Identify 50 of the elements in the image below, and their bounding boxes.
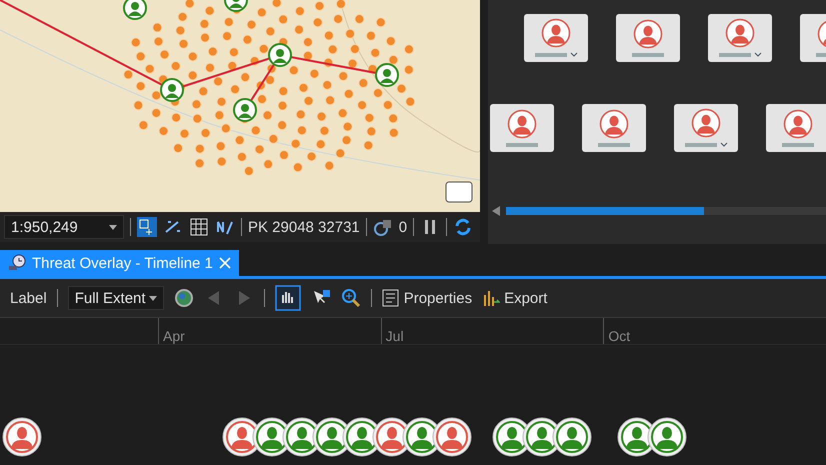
refresh-icon[interactable] [453, 217, 474, 237]
person-card[interactable] [766, 104, 826, 152]
caret-icon [148, 296, 157, 300]
name-blur-drawing [632, 53, 664, 57]
name-blur-drawing [534, 53, 566, 57]
month-label: Jul [386, 328, 404, 344]
scroll-thumb[interactable] [506, 207, 704, 215]
name-blur-drawing [718, 53, 750, 57]
month-label: Oct [608, 328, 630, 344]
person-card[interactable] [674, 104, 738, 152]
month-label: Apr [163, 328, 185, 344]
person-icon [541, 18, 571, 48]
scale-dropdown[interactable]: 1:950,249 [4, 215, 124, 239]
person-card[interactable] [708, 14, 772, 62]
person-card[interactable] [490, 104, 554, 152]
export-button[interactable]: Export [482, 289, 548, 307]
name-blur-drawing [506, 143, 538, 147]
selection-count: 0 [398, 218, 408, 236]
person-card[interactable] [524, 14, 588, 62]
extent-dropdown[interactable]: Full Extent [68, 286, 164, 310]
person-card[interactable] [616, 14, 680, 62]
bar-chart-icon [482, 289, 500, 307]
person-icon [783, 109, 813, 139]
person-card[interactable] [582, 104, 646, 152]
person-icon [599, 109, 629, 139]
person-icon [633, 19, 663, 49]
person-icon [725, 18, 755, 48]
chevron-icon[interactable] [754, 52, 762, 58]
scroll-track[interactable] [506, 207, 826, 215]
coordinates-text: PK 29048 32731 [248, 218, 360, 236]
close-icon[interactable] [218, 257, 231, 269]
chevron-icon[interactable] [720, 142, 728, 148]
person-icon [507, 109, 537, 139]
name-blur-drawing [598, 143, 630, 147]
name-blur-drawing [684, 143, 716, 147]
person-icon [691, 108, 721, 138]
scroll-left-icon[interactable] [492, 206, 500, 216]
grid-icon[interactable] [189, 217, 209, 237]
selection-icon[interactable] [372, 217, 393, 237]
grid-add-icon[interactable] [137, 217, 157, 237]
caret-icon [109, 224, 117, 230]
properties-button[interactable]: Properties [382, 289, 472, 307]
label-button[interactable]: Label [10, 290, 47, 306]
globe-icon[interactable] [174, 288, 194, 308]
chevron-icon[interactable] [570, 52, 578, 58]
name-blur-drawing [782, 143, 814, 147]
timeline-icon [8, 254, 26, 272]
zoom-in-icon[interactable] [340, 288, 361, 308]
map-drawing[interactable] [0, 0, 480, 212]
properties-icon [382, 289, 400, 307]
